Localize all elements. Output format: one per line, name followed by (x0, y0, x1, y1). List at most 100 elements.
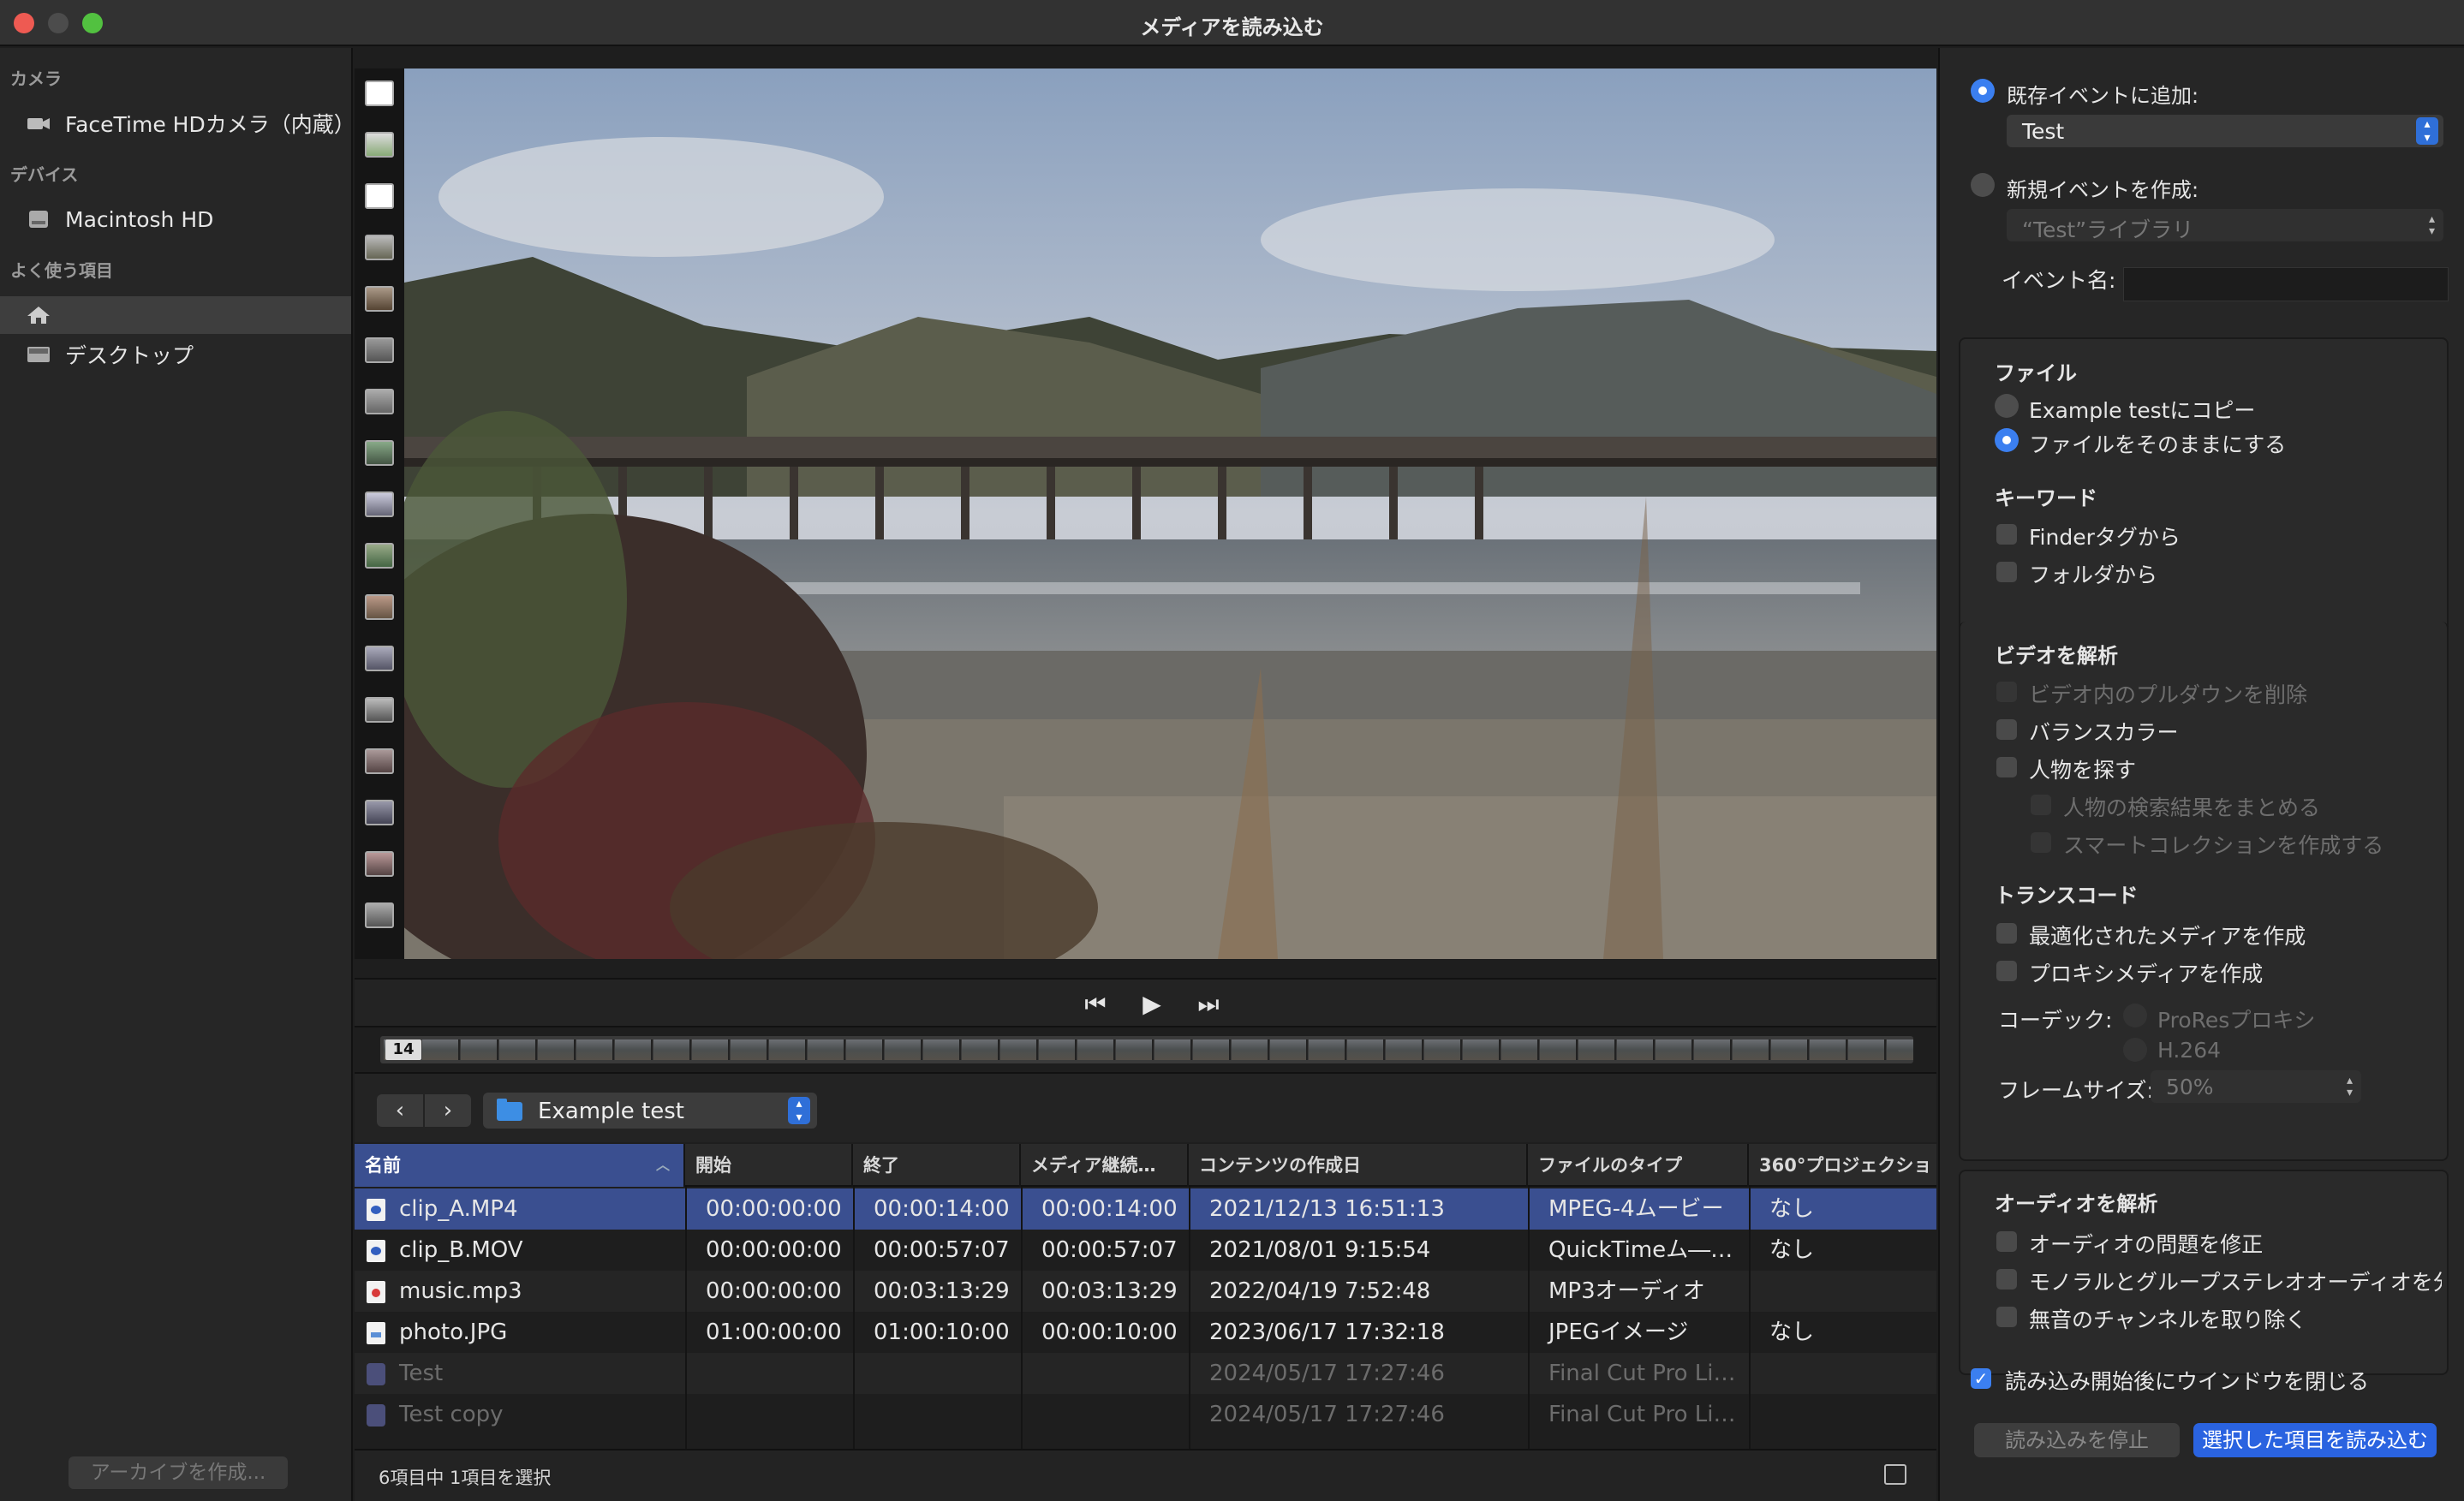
timeline-thumbnail (1232, 1039, 1269, 1060)
media-table: 名前 ︿ 開始 終了 メディア継続… コンテンツの作成日 ファイルのタイプ 36… (355, 1144, 1936, 1449)
timeline-thumbnail (1694, 1039, 1732, 1060)
filmstrip-frame (365, 183, 394, 209)
remove-silent-checkbox[interactable] (1996, 1307, 2017, 1327)
timeline-thumbnail (846, 1039, 884, 1060)
home-icon (26, 305, 51, 325)
table-row[interactable]: Test 2024/05/17 17:27:46 Final Cut Pro L… (355, 1353, 1936, 1394)
filmstrip-frame (365, 697, 394, 723)
transcode-header: トランスコード (1995, 884, 2139, 908)
proxy-media-label: プロキシメディアを作成 (2029, 962, 2264, 986)
copy-to-library-radio[interactable] (1995, 394, 2019, 418)
play-icon[interactable]: ▶ (1135, 988, 1169, 1021)
optimized-media-checkbox[interactable] (1996, 923, 2017, 944)
find-people-checkbox[interactable] (1996, 757, 2017, 777)
table-row[interactable]: clip_A.MP4 00:00:00:00 00:00:14:00 00:00… (355, 1188, 1936, 1230)
column-divider (1021, 1187, 1023, 1449)
hard-drive-icon (26, 209, 51, 229)
codec-h264-label: H.264 (2157, 1038, 2222, 1063)
timeline-thumbnail (1656, 1039, 1693, 1060)
timeline-thumbnail (1116, 1039, 1154, 1060)
sidebar-item-home[interactable] (0, 296, 351, 334)
balance-color-label: バランスカラー (2029, 720, 2179, 745)
filmstrip-frame (365, 800, 394, 825)
window-title: メディアを読み込む (1140, 15, 1324, 39)
balance-color-checkbox[interactable] (1996, 719, 2017, 740)
table-row[interactable]: Test copy 2024/05/17 17:27:46 Final Cut … (355, 1394, 1936, 1435)
consolidate-people-checkbox[interactable] (2031, 795, 2051, 815)
import-selected-button[interactable]: 選択した項目を読み込む (2193, 1423, 2437, 1457)
codec-h264-radio[interactable] (2123, 1038, 2147, 1062)
selection-status: 6項目中 1項目を選択 (379, 1468, 552, 1488)
separate-mono-label: モノラルとグループステレオオーディオを分離 (2029, 1270, 2442, 1295)
camera-icon (26, 113, 51, 134)
close-window-checkbox[interactable]: ✓ (1971, 1368, 1991, 1389)
timeline-thumbnail (1039, 1039, 1077, 1060)
event-name-field[interactable] (2123, 267, 2449, 301)
timeline-thumbnail (422, 1039, 460, 1060)
sidebar-header-camera: カメラ (10, 68, 62, 89)
filmstrip-frame (365, 902, 394, 928)
clip-timeline[interactable] (380, 1036, 1913, 1063)
forward-button[interactable]: › (425, 1094, 471, 1127)
finder-tags-checkbox[interactable] (1996, 524, 2017, 545)
sidebar-item-macintosh-hd[interactable]: Macintosh HD (0, 200, 351, 238)
event-name-label: イベント名: (2002, 268, 2116, 293)
sidebar-item-facetime-camera[interactable]: FaceTime HDカメラ（内蔵） (0, 104, 355, 142)
timeline-thumbnail (808, 1039, 845, 1060)
folder-popup[interactable]: Example test ▴ ▾ (483, 1093, 817, 1129)
filmstrip-frame (365, 851, 394, 877)
create-archive-button[interactable]: アーカイブを作成... (69, 1456, 288, 1489)
column-header-end[interactable]: 終了 (853, 1144, 1021, 1187)
proxy-media-checkbox[interactable] (1996, 961, 2017, 981)
back-button[interactable]: ‹ (377, 1094, 423, 1127)
clip-filmstrip (355, 68, 404, 959)
create-new-event-label: 新規イベントを作成: (2007, 178, 2199, 202)
separate-mono-checkbox[interactable] (1996, 1269, 2017, 1290)
sidebar-item-label: デスクトップ (65, 343, 194, 368)
timeline-thumbnail (1077, 1039, 1115, 1060)
column-header-type[interactable]: ファイルのタイプ (1528, 1144, 1749, 1187)
create-new-event-radio[interactable] (1971, 173, 1995, 197)
timeline-thumbnail (1501, 1039, 1539, 1060)
smart-collections-checkbox[interactable] (2031, 832, 2051, 853)
skip-back-icon[interactable]: ⏮ (1078, 988, 1113, 1021)
add-existing-event-radio[interactable] (1971, 79, 1995, 103)
timeline-thumbnail (769, 1039, 807, 1060)
table-row[interactable]: music.mp3 00:00:00:00 00:03:13:29 00:03:… (355, 1271, 1936, 1312)
table-row[interactable]: photo.JPG 01:00:00:00 01:00:10:00 00:00:… (355, 1312, 1936, 1353)
sort-ascending-icon: ︿ (655, 1157, 670, 1173)
frame-size-popup[interactable]: 50% ▴ ▾ (2151, 1070, 2361, 1103)
column-header-name[interactable]: 名前 ︿ (355, 1144, 685, 1187)
timeline-thumbnail (576, 1039, 614, 1060)
codec-prores-radio[interactable] (2123, 1004, 2147, 1027)
video-preview[interactable] (404, 68, 1936, 959)
files-group: ファイル Example testにコピー ファイルをそのままにする キーワード… (1959, 337, 2449, 649)
stop-import-button[interactable]: 読み込みを停止 (1974, 1423, 2180, 1457)
existing-event-popup[interactable]: Test ▴ ▾ (2007, 115, 2443, 147)
column-header-duration[interactable]: メディア継続… (1021, 1144, 1189, 1187)
codec-prores-label: ProResプロキシ (2157, 1008, 2316, 1033)
frame-size-label: フレームサイズ: (1998, 1078, 2154, 1103)
timeline-thumbnail (653, 1039, 691, 1060)
filmstrip-view-icon[interactable] (1884, 1464, 1906, 1485)
column-header-start[interactable]: 開始 (685, 1144, 853, 1187)
column-divider (1189, 1187, 1190, 1449)
sidebar-item-desktop[interactable]: デスクトップ (0, 336, 351, 373)
filmstrip-frame (365, 646, 394, 671)
leave-in-place-radio[interactable] (1995, 428, 2019, 452)
folders-keyword-checkbox[interactable] (1996, 562, 2017, 582)
new-event-library-popup[interactable]: “Test”ライブラリ ▴ ▾ (2007, 209, 2443, 242)
sidebar-item-label: Macintosh HD (65, 206, 214, 232)
column-divider (1749, 1187, 1751, 1449)
remove-pulldown-checkbox[interactable] (1996, 682, 2017, 702)
timeline-thumbnail (1771, 1039, 1809, 1060)
fix-audio-checkbox[interactable] (1996, 1231, 2017, 1252)
column-header-created[interactable]: コンテンツの作成日 (1189, 1144, 1528, 1187)
timeline-thumbnail (538, 1039, 576, 1060)
skip-forward-icon[interactable]: ⏭ (1191, 988, 1226, 1021)
table-row[interactable]: clip_B.MOV 00:00:00:00 00:00:57:07 00:00… (355, 1230, 1936, 1271)
filmstrip-frame (365, 235, 394, 260)
column-header-360[interactable]: 360°プロジェクショ (1749, 1144, 1936, 1187)
video-analysis-group: ビデオを解析 ビデオ内のプルダウンを削除 バランスカラー 人物を探す 人物の検索… (1959, 622, 2449, 1161)
timeline-thumbnail (1617, 1039, 1655, 1060)
